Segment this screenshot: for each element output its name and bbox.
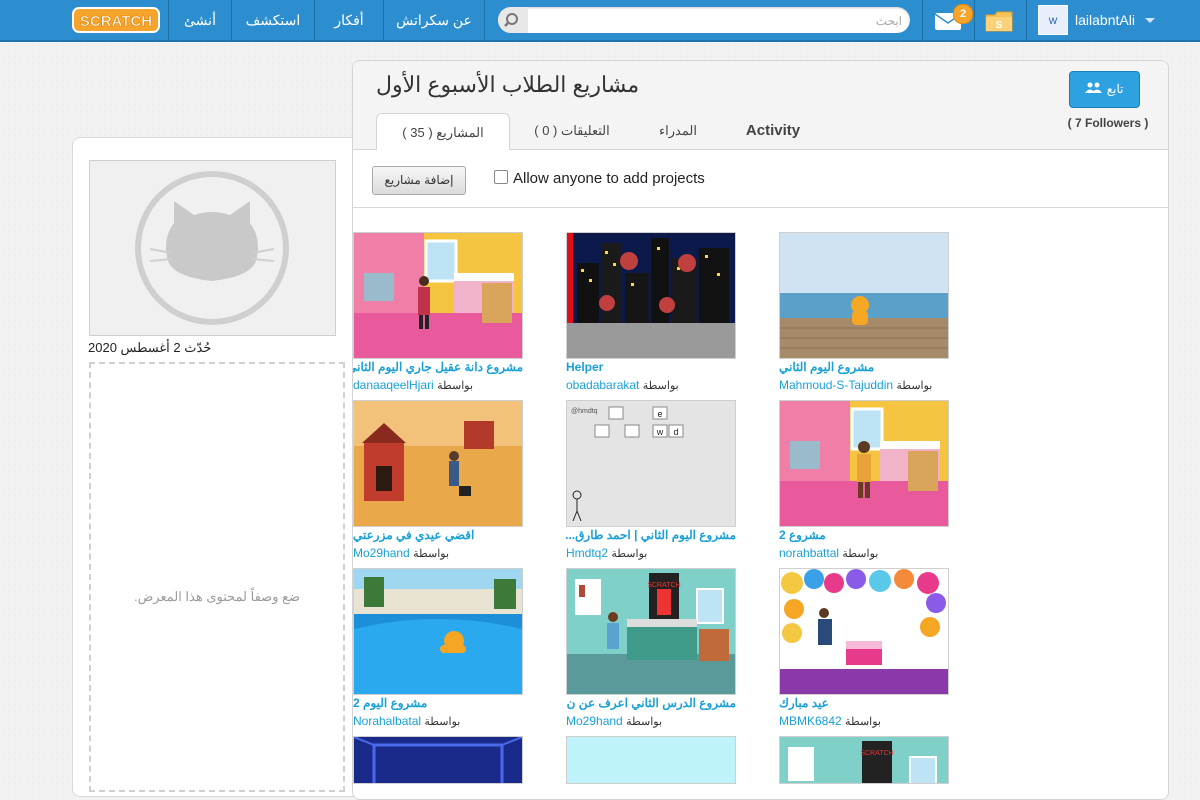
search-icon[interactable] (498, 7, 528, 33)
project-thumbnail[interactable] (779, 232, 949, 359)
svg-text:W: W (1049, 16, 1058, 26)
follow-button[interactable]: تابع (1069, 71, 1140, 108)
svg-text:SCRATCH: SCRATCH (647, 582, 680, 589)
project-author-link[interactable]: norahbattal (779, 546, 839, 560)
project-author-link[interactable]: Mo29hand (566, 714, 623, 728)
project-title[interactable]: مشروع اليوم الثاني | احمد طارق... (566, 528, 736, 542)
project-author-link[interactable]: danaaqeelHjari (353, 378, 434, 392)
project-author: Mahmoud-S-Tajuddin بواسطة (779, 378, 933, 392)
tab-projects[interactable]: ( المشاريع ( 35 (376, 113, 510, 150)
project-title[interactable]: مشروع اليوم 2 (353, 696, 523, 710)
updated-date: حُدّث 2 أغسطس 2020 (88, 340, 212, 355)
project-thumbnail[interactable]: SCRATCH (566, 568, 736, 695)
tab-activity[interactable]: Activity (728, 112, 818, 149)
project-author-link[interactable]: obadabarakat (566, 378, 639, 392)
project-title[interactable]: مشروع الدرس الثاني اعرف عن ن... (566, 696, 736, 710)
project-thumbnail[interactable] (566, 232, 736, 359)
project-thumbnail[interactable] (779, 568, 949, 695)
project-thumbnail[interactable] (353, 400, 523, 527)
avatar[interactable]: W (1038, 5, 1068, 35)
project-title[interactable]: Helper (566, 360, 736, 374)
project-title[interactable]: اقضي عيدي في مزرعتي (353, 528, 523, 542)
studio-thumbnail[interactable] (89, 160, 336, 336)
project-author-link[interactable]: Norahalbatal (353, 714, 421, 728)
project-thumbnail[interactable] (779, 400, 949, 527)
project-title[interactable]: مشروع دانة عقيل جاري اليوم الثاني (353, 360, 523, 374)
folder-icon[interactable]: S (984, 9, 1014, 33)
project-author-link[interactable]: Mahmoud-S-Tajuddin (779, 378, 893, 392)
project-author: Mo29hand بواسطة (353, 546, 450, 560)
page-title: مشاريع الطلاب الأسبوع الأول (376, 72, 640, 97)
add-projects-button[interactable]: إضافة مشاريع (372, 166, 466, 195)
project-thumbnail[interactable] (353, 568, 523, 695)
tab-comments[interactable]: ( التعليقات ( 0 (512, 112, 632, 149)
search-box (498, 7, 910, 33)
project-author-link[interactable]: Hmdtq2 (566, 546, 608, 560)
project-thumbnail[interactable] (353, 232, 523, 359)
project-author: MBMK6842 بواسطة (779, 714, 881, 728)
svg-text:w: w (656, 427, 664, 437)
follow-label: تابع (1106, 82, 1124, 96)
svg-text:SCRATCH: SCRATCH (860, 750, 893, 757)
divider (353, 207, 1168, 208)
project-title[interactable]: مشروع اليوم الثاني (779, 360, 949, 374)
project-author: Norahalbatal بواسطة (353, 714, 461, 728)
description-field[interactable]: ضع وصفاً لمحتوى هذا المعرض. (89, 362, 345, 792)
cat-icon (135, 171, 289, 325)
allow-anyone-checkbox[interactable] (494, 170, 508, 184)
svg-text:S: S (996, 20, 1003, 31)
top-nav: SCRATCH أنشئ استكشف أفكار عن سكراتش 2 S … (0, 0, 1200, 42)
project-author: Hmdtq2 بواسطة (566, 546, 648, 560)
description-placeholder: ضع وصفاً لمحتوى هذا المعرض. (133, 589, 301, 604)
project-thumbnail[interactable] (566, 736, 736, 784)
project-author: danaaqeelHjari بواسطة (353, 378, 474, 392)
scratch-logo[interactable]: SCRATCH (72, 6, 160, 34)
project-thumbnail[interactable]: @hmdtq e w d (566, 400, 736, 527)
project-author: obadabarakat بواسطة (566, 378, 679, 392)
allow-anyone-label: Allow anyone to add projects (513, 170, 705, 187)
nav-about[interactable]: عن سكراتش (384, 0, 484, 40)
project-title[interactable]: مشروع 2 (779, 528, 949, 542)
project-thumbnail[interactable]: SCRATCH (779, 736, 949, 784)
svg-text:SCRATCH: SCRATCH (80, 13, 152, 30)
nav-explore[interactable]: استكشف (232, 0, 314, 40)
project-thumbnail[interactable] (353, 736, 523, 784)
svg-text:d: d (673, 427, 678, 437)
nav-ideas[interactable]: أفكار (315, 0, 383, 40)
project-author: norahbattal بواسطة (779, 546, 879, 560)
project-author-link[interactable]: MBMK6842 (779, 714, 842, 728)
allow-anyone-option[interactable]: Allow anyone to add projects (494, 170, 705, 187)
users-icon (1085, 82, 1103, 93)
nav-create[interactable]: أنشئ (169, 0, 231, 40)
search-input[interactable] (532, 10, 904, 32)
followers-count: ( 7 Followers ) (1067, 116, 1149, 130)
messages-count-badge[interactable]: 2 (953, 4, 973, 24)
project-author-link[interactable]: Mo29hand (353, 546, 410, 560)
project-author: Mo29hand بواسطة (566, 714, 663, 728)
tab-managers[interactable]: المدراء (636, 112, 720, 149)
project-title[interactable]: عيد مبارك (779, 696, 949, 710)
chevron-down-icon[interactable] (1145, 18, 1155, 23)
svg-text:e: e (657, 409, 662, 419)
username[interactable]: lailabntAli (1075, 0, 1135, 40)
svg-text:@hmdtq: @hmdtq (571, 408, 598, 415)
